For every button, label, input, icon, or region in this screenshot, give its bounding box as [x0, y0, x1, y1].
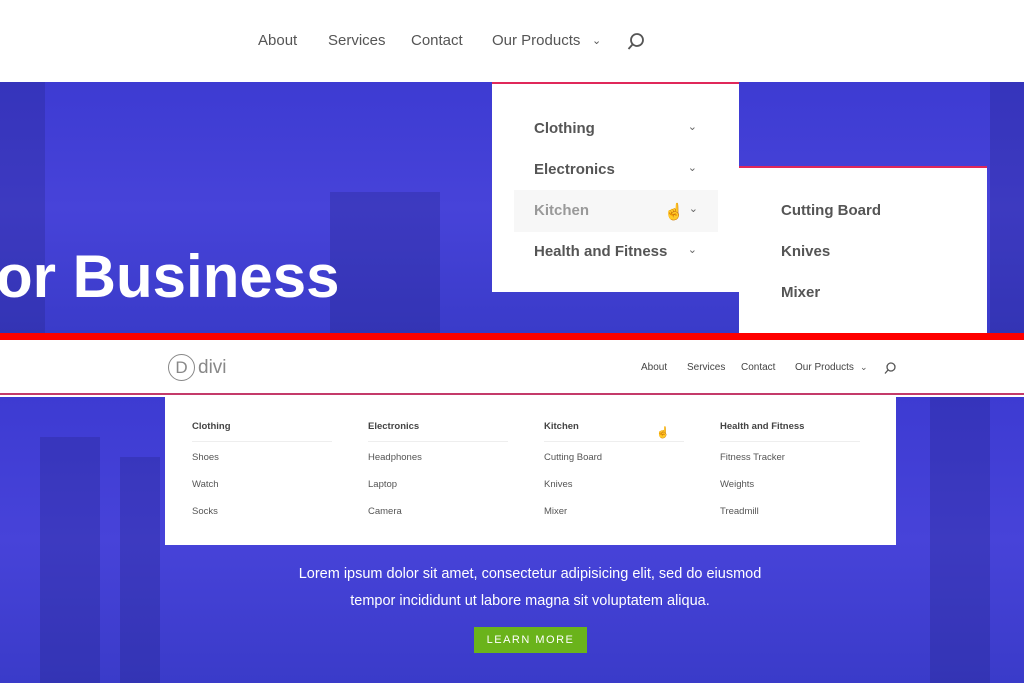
mega-item[interactable]: Shoes — [192, 452, 219, 463]
mega-item[interactable]: Headphones — [368, 452, 422, 463]
learn-more-button[interactable]: LEARN MORE — [474, 627, 587, 653]
hero-title: or Business — [0, 243, 340, 310]
kitchen-submenu: Cutting Board Knives Mixer — [739, 166, 987, 333]
mega-item[interactable]: Mixer — [544, 506, 567, 517]
search-icon[interactable] — [884, 362, 896, 375]
mega-item[interactable]: Fitness Tracker — [720, 452, 785, 463]
mega-item[interactable]: Laptop — [368, 479, 397, 490]
menu-item-kitchen[interactable]: Kitchen ⌄ ☝ — [514, 190, 718, 232]
submenu-item[interactable]: Mixer — [781, 284, 820, 301]
submenu-item[interactable]: Knives — [781, 243, 830, 260]
products-dropdown: Clothing ⌄ Electronics ⌄ Kitchen ⌄ ☝ Health … — [492, 82, 739, 292]
submenu-item[interactable]: Cutting Board — [781, 202, 881, 219]
hand-cursor-icon: ☝ — [664, 204, 684, 221]
mega-menu: Clothing Shoes Watch Socks Electronics H… — [165, 397, 896, 545]
top-header: About Services Contact Our Products ⌄ — [0, 0, 1024, 82]
mega-item[interactable]: Watch — [192, 479, 219, 490]
mega-item[interactable]: Camera — [368, 506, 402, 517]
divider — [0, 333, 1024, 340]
mega-item[interactable]: Treadmill — [720, 506, 759, 517]
chevron-down-icon: ⌄ — [860, 362, 868, 372]
hand-cursor-icon: ☝ — [656, 427, 670, 439]
chevron-down-icon: ⌄ — [592, 35, 602, 47]
nav-about[interactable]: About — [641, 362, 667, 373]
chevron-down-icon: ⌄ — [687, 162, 697, 174]
mega-item[interactable]: Socks — [192, 506, 218, 517]
chevron-down-icon: ⌄ — [688, 203, 698, 215]
nav-services[interactable]: Services — [328, 32, 386, 49]
bottom-header: D divi — [0, 340, 1024, 395]
mega-item[interactable]: Knives — [544, 479, 573, 490]
nav-contact[interactable]: Contact — [411, 32, 463, 49]
mega-item[interactable]: Weights — [720, 479, 754, 490]
nav-about[interactable]: About — [258, 32, 297, 49]
nav-services[interactable]: Services — [687, 362, 725, 373]
hero-text-line-1: Lorem ipsum dolor sit amet, consectetur … — [298, 566, 762, 582]
hero-text-line-2: tempor incididunt ut labore magna sit vo… — [350, 593, 710, 609]
chevron-down-icon: ⌄ — [687, 244, 697, 256]
nav-our-products[interactable]: Our Products — [795, 362, 854, 373]
nav-our-products[interactable]: Our Products — [492, 32, 580, 49]
chevron-down-icon: ⌄ — [687, 121, 697, 133]
mega-item[interactable]: Cutting Board — [544, 452, 602, 463]
nav-contact[interactable]: Contact — [741, 362, 775, 373]
search-icon[interactable] — [627, 32, 645, 52]
logo[interactable]: D divi — [168, 354, 227, 381]
